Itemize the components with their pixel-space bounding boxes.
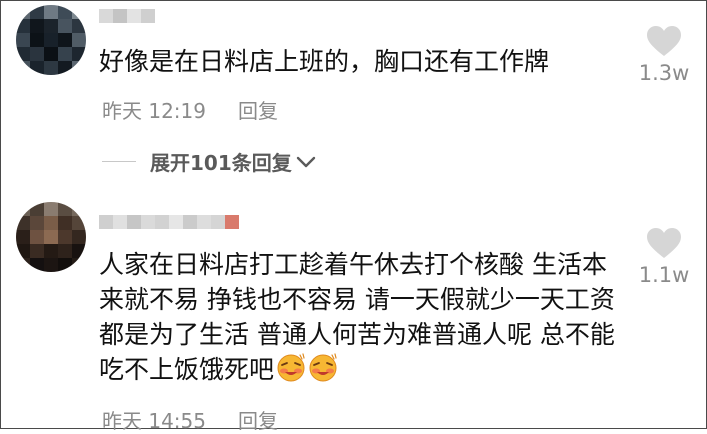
chevron-down-icon — [296, 156, 315, 167]
username-pixelated[interactable] — [99, 9, 155, 23]
comment-meta: 昨天 12:19 回复 — [102, 95, 278, 124]
expand-replies-label: 展开101条回复 — [150, 151, 292, 175]
comment-text-content: 人家在日料店打工趁着午休去打个核酸 生活本来就不易 挣钱也不容易 请一天假就少一… — [99, 250, 615, 384]
comment-meta: 昨天 14:55 回复 — [102, 405, 278, 434]
flushed-laugh-emoji — [309, 353, 337, 382]
comment-text: 人家在日料店打工趁着午休去打个核酸 生活本来就不易 挣钱也不容易 请一天假就少一… — [99, 247, 619, 387]
expand-replies-button[interactable]: 展开101条回复 — [102, 147, 316, 176]
username-pixelated[interactable] — [99, 215, 239, 229]
avatar[interactable] — [16, 202, 86, 272]
heart-icon — [647, 228, 681, 258]
heart-icon — [647, 26, 681, 56]
comment-time: 昨天 12:19 — [102, 99, 206, 123]
avatar[interactable] — [16, 5, 86, 75]
divider-line — [102, 161, 136, 162]
like-count: 1.1w — [638, 263, 690, 287]
comment-item: 人家在日料店打工趁着午休去打个核酸 生活本来就不易 挣钱也不容易 请一天假就少一… — [1, 197, 707, 433]
like-button[interactable]: 1.1w — [634, 227, 694, 287]
reply-button[interactable]: 回复 — [238, 409, 278, 433]
reply-button[interactable]: 回复 — [238, 99, 278, 123]
comment-text: 好像是在日料店上班的，胸口还有工作牌 — [99, 47, 550, 76]
comment-item: 好像是在日料店上班的，胸口还有工作牌 昨天 12:19 回复 1.3w — [1, 1, 707, 141]
like-button[interactable]: 1.3w — [634, 25, 694, 85]
flushed-laugh-emoji — [277, 353, 305, 382]
comment-time: 昨天 14:55 — [102, 409, 206, 433]
like-count: 1.3w — [638, 61, 690, 85]
